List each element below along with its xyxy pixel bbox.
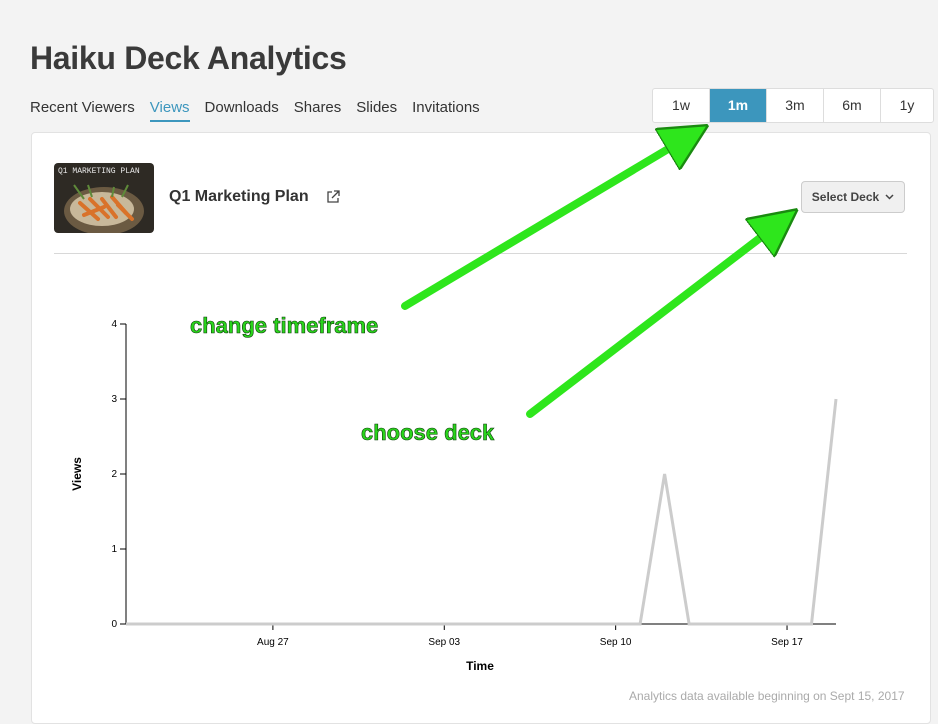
x-tick-label: Aug 27 <box>257 637 289 648</box>
y-tick-label: 3 <box>111 394 117 405</box>
y-tick-label: 0 <box>111 619 117 630</box>
y-axis-title: Views <box>70 457 84 491</box>
x-tick-label: Sep 03 <box>428 637 460 648</box>
x-axis-title: Time <box>466 659 494 673</box>
x-tick-label: Sep 17 <box>771 637 803 648</box>
arrow-to-timeframe <box>405 130 700 306</box>
x-tick-label: Sep 10 <box>600 637 632 648</box>
views-chart: 0 1 2 3 4 Aug 27 Sep 03 Sep 10 Sep 17 Time Views… <box>0 0 938 701</box>
y-tick-label: 2 <box>111 469 117 480</box>
annotation-choose-deck: choose deck <box>361 420 495 445</box>
annotation-change-timeframe: change timeframe <box>190 313 378 338</box>
arrow-to-select-deck <box>530 215 790 414</box>
y-tick-label: 4 <box>111 319 117 330</box>
y-tick-label: 1 <box>111 544 117 555</box>
